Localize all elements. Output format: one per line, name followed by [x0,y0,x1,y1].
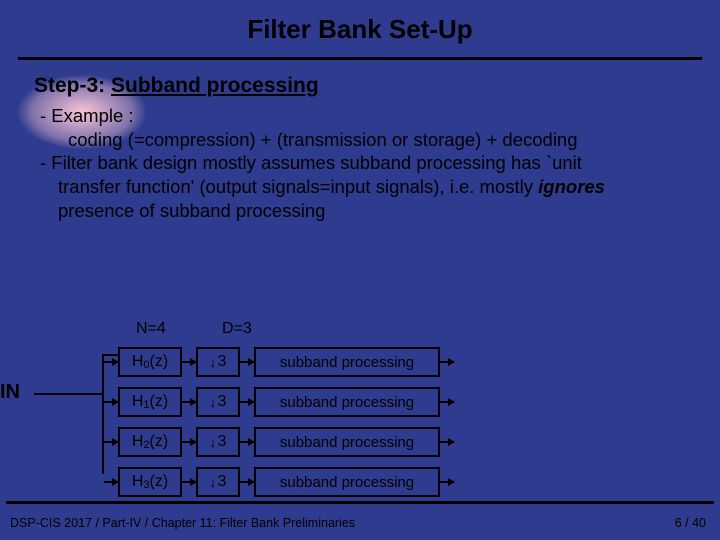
downsample-factor: 3 [218,433,227,451]
diagram-row: H3(z) ↓3 subband processing [104,462,454,502]
wire [104,441,118,443]
wire [440,481,454,483]
step-prefix: Step-3: [34,74,111,97]
wire [182,401,196,403]
input-label: IN [0,381,20,404]
wire [104,361,118,363]
body-line-1: - Example : [40,104,696,128]
downsample-box: ↓3 [196,387,240,417]
subband-box: subband processing [254,387,440,417]
body-line-3: - Filter bank design mostly assumes subb… [40,151,696,175]
filter-box: H0(z) [118,347,182,377]
subband-box: subband processing [254,467,440,497]
filter-box: H3(z) [118,467,182,497]
body-line-4b: ignores [538,176,605,197]
downsample-factor: 3 [218,353,227,371]
downsample-factor: 3 [218,473,227,491]
wire [240,481,254,483]
body-line-4: transfer function' (output signals=input… [40,175,696,199]
rule-top [18,57,702,60]
wire [440,401,454,403]
slide-title: Filter Bank Set-Up [0,0,720,45]
label-d: D=3 [222,320,252,338]
diagram-row: H1(z) ↓3 subband processing [104,382,454,422]
diagram: N=4 D=3 IN H0(z) ↓3 subband processing H… [30,320,590,342]
label-n: N=4 [136,320,166,338]
wire [440,361,454,363]
wire [240,401,254,403]
input-wire-h [34,393,104,395]
body-line-2: coding (=compression) + (transmission or… [40,128,696,152]
filter-box: H1(z) [118,387,182,417]
downsample-box: ↓3 [196,347,240,377]
diagram-rows: H0(z) ↓3 subband processing H1(z) ↓3 sub… [104,342,454,502]
footer: DSP-CIS 2017 / Part-IV / Chapter 11: Fil… [10,516,706,530]
filter-box: H2(z) [118,427,182,457]
wire [182,441,196,443]
downsample-box: ↓3 [196,427,240,457]
subband-box: subband processing [254,347,440,377]
downsample-factor: 3 [218,393,227,411]
body-line-4a: transfer function' (output signals=input… [58,176,538,197]
wire [240,361,254,363]
step-heading: Step-3: Subband processing [34,74,720,98]
footer-left: DSP-CIS 2017 / Part-IV / Chapter 11: Fil… [10,516,355,530]
body-text: - Example : coding (=compression) + (tra… [40,104,696,222]
diagram-row: H0(z) ↓3 subband processing [104,342,454,382]
body-line-5: presence of subband processing [40,199,696,223]
diagram-row: H2(z) ↓3 subband processing [104,422,454,462]
wire [182,361,196,363]
wire [104,401,118,403]
wire [240,441,254,443]
rule-bottom [6,501,714,504]
step-label: Subband processing [111,74,319,97]
downsample-box: ↓3 [196,467,240,497]
wire [104,481,118,483]
footer-right: 6 / 40 [675,516,706,530]
subband-box: subband processing [254,427,440,457]
wire [440,441,454,443]
wire [182,481,196,483]
